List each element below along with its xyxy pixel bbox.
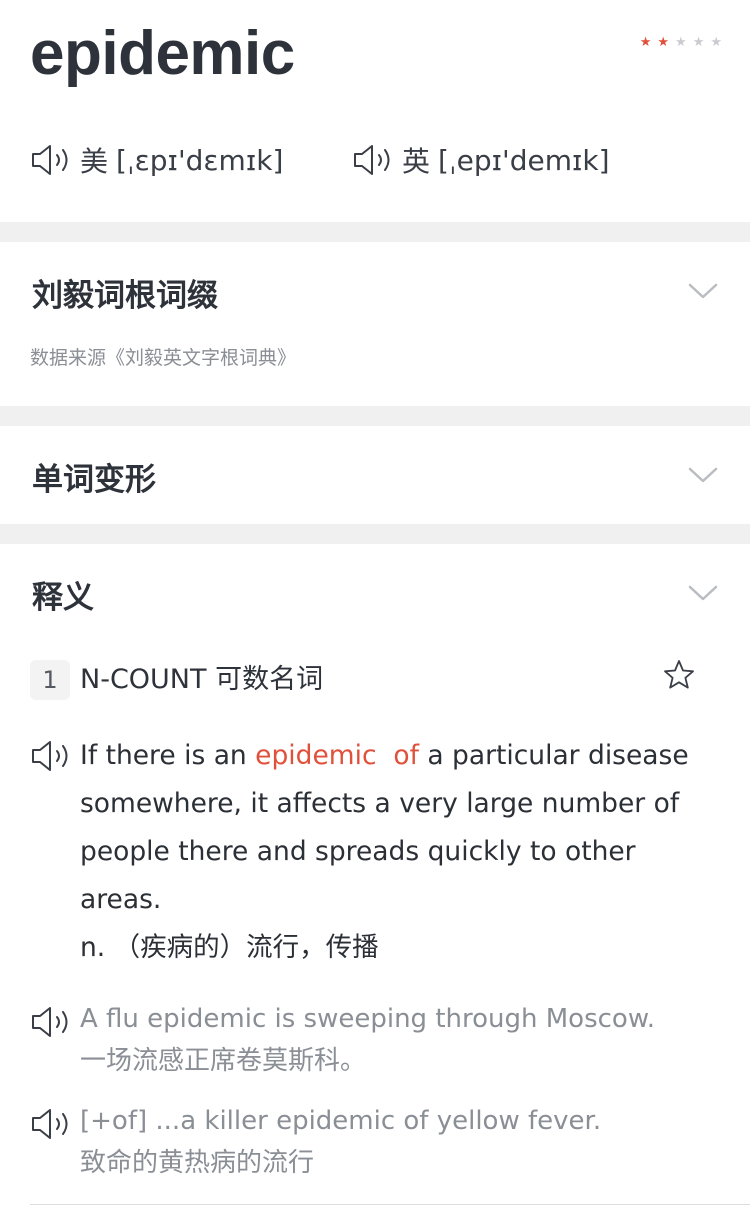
us-region-label: 美 <box>80 145 109 178</box>
star-filled-icon: ★ <box>639 35 652 50</box>
star-empty-icon: ★ <box>675 35 687 50</box>
headword: epidemic <box>30 19 295 88</box>
definition-number: 1 <box>30 660 70 700</box>
section-divider <box>0 222 750 242</box>
frequency-rating: ★ ★ ★ ★ ★ <box>640 36 722 49</box>
us-pronunciation[interactable]: 美 [ˌɛpɪ'dɛmɪk] <box>30 140 283 180</box>
chevron-down-icon[interactable] <box>688 282 718 300</box>
example-chinese: 致命的黄热病的流行 <box>80 1148 315 1178</box>
definition-translation: n. （疾病的）流行，传播 <box>80 932 379 963</box>
us-ipa: [ˌɛpɪ'dɛmɪk] <box>116 143 284 177</box>
speaker-icon[interactable] <box>30 738 74 774</box>
example-sentence: A flu epidemic is sweeping through Mosco… <box>80 998 720 1082</box>
definition-text-before: If there is an <box>80 740 256 771</box>
star-outline-icon[interactable] <box>662 658 696 692</box>
section-title-forms[interactable]: 单词变形 <box>32 454 156 499</box>
star-filled-icon: ★ <box>657 35 670 50</box>
uk-ipa: [ˌepɪ'demɪk] <box>438 143 610 177</box>
uk-region-label: 英 <box>402 145 431 178</box>
example-english: [+of] ...a killer epidemic of yellow fev… <box>80 1106 602 1136</box>
highlight-word: epidemic <box>255 740 377 771</box>
divider-line <box>30 1204 750 1205</box>
speaker-icon[interactable] <box>352 142 396 178</box>
speaker-icon[interactable] <box>30 1106 74 1142</box>
part-of-speech: N-COUNT 可数名词 <box>80 664 324 695</box>
section-title-roots[interactable]: 刘毅词根词缀 <box>32 270 218 315</box>
source-note: 数据来源《刘毅英文字根词典》 <box>30 347 297 369</box>
example-chinese: 一场流感正席卷莫斯科。 <box>80 1046 367 1076</box>
highlight-preposition: of <box>393 740 419 771</box>
section-title-definitions[interactable]: 释义 <box>32 572 94 617</box>
section-divider <box>0 524 750 544</box>
example-sentence: [+of] ...a killer epidemic of yellow fev… <box>80 1100 720 1184</box>
star-empty-icon: ★ <box>692 35 705 50</box>
section-divider <box>0 406 750 426</box>
speaker-icon[interactable] <box>30 142 74 178</box>
star-empty-icon: ★ <box>710 35 722 50</box>
example-english: A flu epidemic is sweeping through Mosco… <box>80 1004 655 1034</box>
chevron-down-icon[interactable] <box>688 466 718 484</box>
uk-pronunciation[interactable]: 英 [ˌepɪ'demɪk] <box>352 140 610 180</box>
speaker-icon[interactable] <box>30 1004 74 1040</box>
chevron-down-icon[interactable] <box>688 584 718 602</box>
definition-text: If there is an epidemic of a particular … <box>80 732 720 972</box>
